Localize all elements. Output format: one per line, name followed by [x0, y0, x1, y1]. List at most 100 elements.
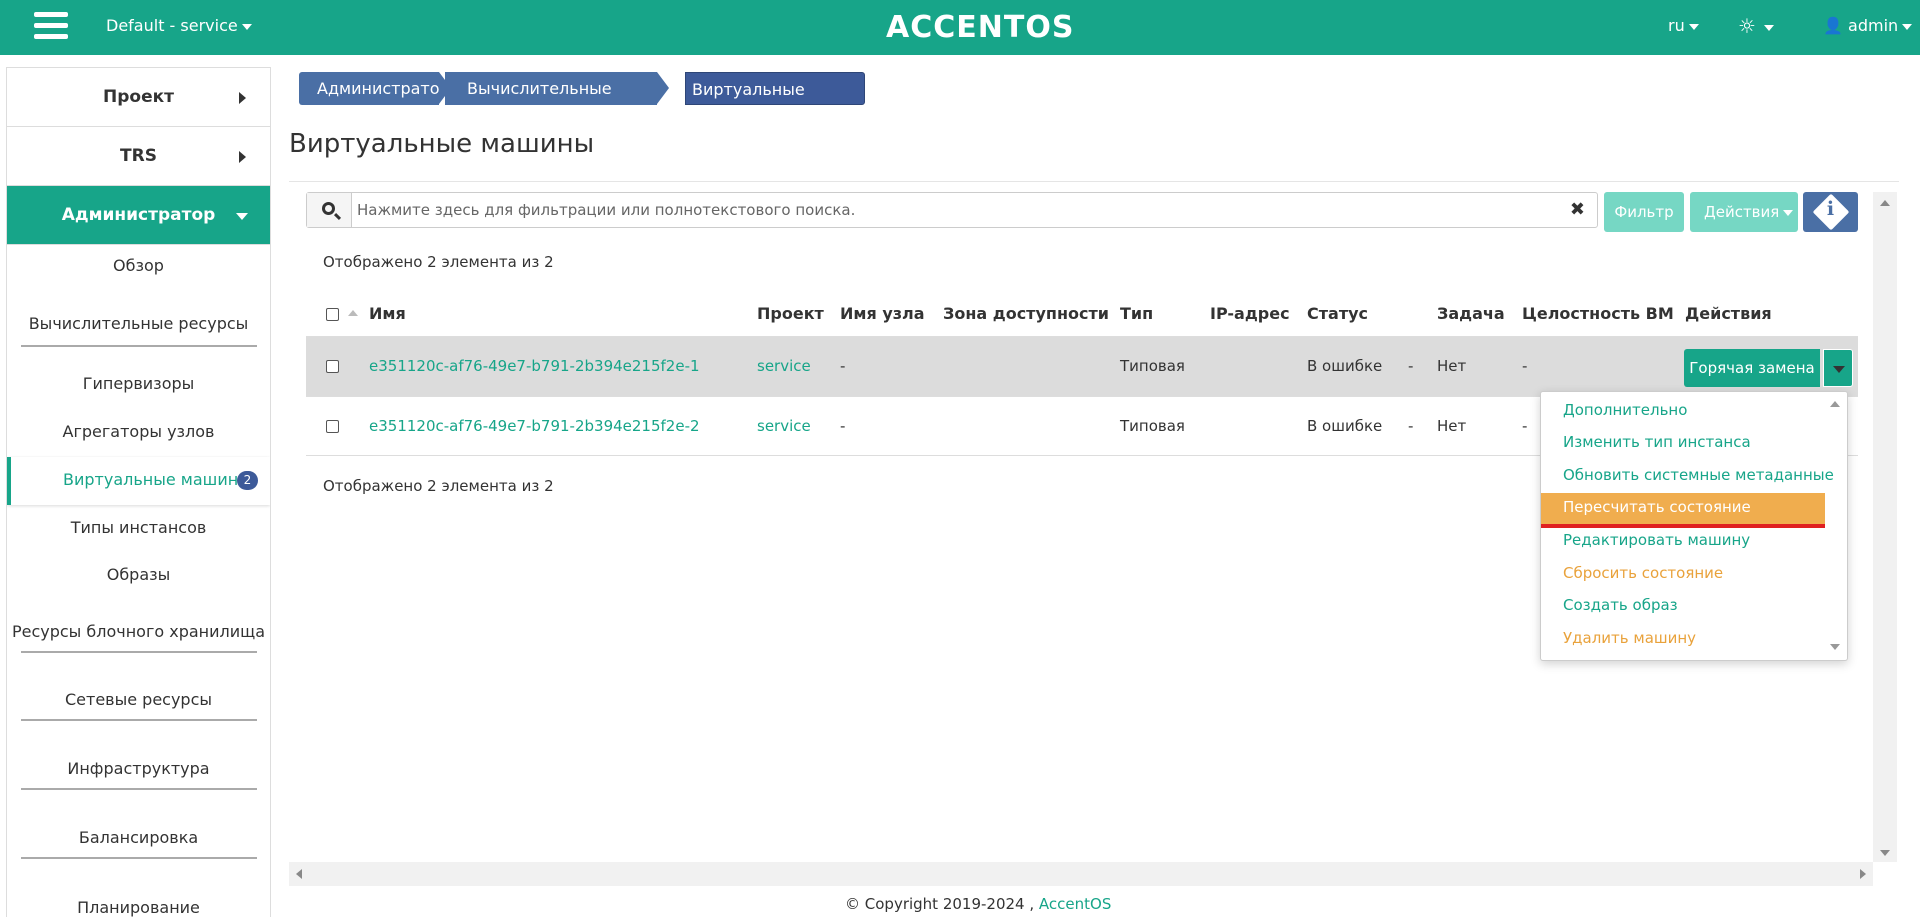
sidebar-divider: [21, 651, 257, 653]
sun-icon: ☼: [1738, 14, 1756, 38]
search-icon: [322, 202, 335, 215]
scroll-right-icon[interactable]: [1860, 869, 1866, 879]
vm-name-link[interactable]: e351120c-af76-49e7-b791-2b394e215f2e-2: [369, 417, 700, 435]
type-cell: Типовая: [1120, 357, 1185, 375]
scroll-up-icon[interactable]: [1880, 200, 1890, 206]
sidebar-item-compute[interactable]: Вычислительные ресурсы: [7, 314, 270, 333]
copyright-text: © Copyright 2019-2024 ,: [845, 895, 1035, 913]
actions-button[interactable]: Действия: [1690, 192, 1798, 232]
column-header-project[interactable]: Проект: [757, 304, 824, 323]
column-header-type[interactable]: Тип: [1120, 304, 1153, 323]
breadcrumb-vms: Виртуальные машины: [685, 72, 865, 132]
sidebar-item-hypervisors[interactable]: Гипервизоры: [7, 374, 270, 393]
sidebar-section-trs[interactable]: TRS: [7, 127, 270, 186]
sidebar-item-network[interactable]: Сетевые ресурсы: [7, 690, 270, 709]
breadcrumb-compute[interactable]: Вычислительные ресурсы: [445, 72, 657, 131]
task-cell: Нет: [1437, 357, 1467, 375]
hamburger-menu-icon[interactable]: [34, 12, 68, 42]
user-menu[interactable]: 👤 admin: [1823, 16, 1913, 35]
sidebar-item-label: Виртуальные машины: [63, 470, 251, 489]
sidebar-item-infrastructure[interactable]: Инфраструктура: [7, 759, 270, 778]
table-header: Имя Проект Имя узла Зона доступности Тип…: [306, 296, 1858, 336]
clear-icon[interactable]: ✖: [1570, 199, 1585, 220]
chevron-down-icon: [236, 213, 248, 220]
menu-item-delete-vm[interactable]: Удалить машину: [1541, 623, 1825, 654]
scroll-left-icon[interactable]: [296, 869, 302, 879]
chevron-down-icon: [241, 23, 252, 30]
search-input[interactable]: [357, 196, 1537, 224]
title-divider: [289, 181, 1899, 182]
row-actions-dropdown-toggle[interactable]: [1823, 349, 1853, 387]
host-cell: -: [840, 417, 846, 435]
sidebar-item-flavors[interactable]: Типы инстансов: [7, 518, 270, 537]
theme-switcher[interactable]: ☼: [1738, 14, 1774, 38]
menu-item-recalculate-state[interactable]: Пересчитать состояние: [1541, 493, 1825, 528]
language-switcher[interactable]: ru: [1668, 16, 1699, 35]
column-header-status[interactable]: Статус: [1307, 304, 1368, 323]
row-checkbox[interactable]: [326, 360, 339, 373]
info-glyph: i: [1826, 198, 1835, 220]
scroll-up-icon[interactable]: [1830, 401, 1840, 407]
status-cell: В ошибке: [1307, 357, 1383, 375]
user-icon: 👤: [1823, 16, 1843, 35]
footer: © Copyright 2019-2024 , AccentOS: [845, 895, 1111, 913]
chevron-down-icon: [1783, 209, 1794, 216]
page-title: Виртуальные машины: [289, 129, 595, 159]
breadcrumb-separator: [657, 72, 669, 104]
select-all-checkbox[interactable]: [326, 308, 339, 321]
menu-item-create-image[interactable]: Создать образ: [1541, 590, 1825, 621]
column-header-integrity[interactable]: Целостность ВМ: [1522, 304, 1674, 323]
menu-item-reset-state[interactable]: Сбросить состояние: [1541, 558, 1825, 589]
breadcrumb-admin[interactable]: Администратор: [299, 72, 450, 105]
vertical-scrollbar[interactable]: [1873, 192, 1897, 862]
footer-link[interactable]: AccentOS: [1039, 895, 1111, 913]
filter-button[interactable]: Фильтр: [1604, 192, 1684, 232]
chevron-right-icon: [239, 92, 246, 104]
hot-swap-button[interactable]: Горячая замена: [1684, 349, 1820, 387]
sidebar-item-planning[interactable]: Планирование: [7, 898, 270, 917]
menu-item-update-metadata[interactable]: Обновить системные метаданные: [1541, 460, 1834, 491]
chevron-down-icon: [1902, 23, 1913, 30]
sidebar-item-balancing[interactable]: Балансировка: [7, 828, 270, 847]
column-header-name[interactable]: Имя: [369, 304, 406, 323]
sidebar-divider: [21, 788, 257, 790]
column-header-actions: Действия: [1685, 304, 1772, 323]
column-header-host[interactable]: Имя узла: [840, 304, 925, 323]
menu-item-more[interactable]: Дополнительно: [1541, 395, 1825, 426]
sidebar-item-block-storage[interactable]: Ресурсы блочного хранилища: [7, 622, 270, 641]
status-extra-cell: -: [1408, 357, 1414, 375]
chevron-down-icon: [1688, 23, 1699, 30]
items-count-bottom: Отображено 2 элемента из 2: [323, 477, 554, 495]
task-cell: Нет: [1437, 417, 1467, 435]
sort-asc-icon[interactable]: [348, 310, 358, 316]
row-checkbox[interactable]: [326, 420, 339, 433]
menu-item-resize[interactable]: Изменить тип инстанса: [1541, 427, 1825, 458]
info-button[interactable]: i: [1803, 192, 1858, 232]
project-link[interactable]: service: [757, 417, 811, 435]
column-header-task[interactable]: Задача: [1437, 304, 1505, 323]
search-bar: ✖: [306, 192, 1598, 228]
menu-item-edit-vm[interactable]: Редактировать машину: [1541, 525, 1825, 556]
count-badge: 2: [237, 471, 258, 490]
sidebar-item-images[interactable]: Образы: [7, 565, 270, 584]
sidebar-section-admin[interactable]: Администратор: [7, 186, 270, 245]
sidebar-section-project[interactable]: Проект: [7, 68, 270, 127]
sidebar-item-vms[interactable]: Виртуальные машины 2: [7, 457, 270, 505]
project-switcher[interactable]: Default - service: [106, 16, 252, 35]
chevron-down-icon: [1763, 24, 1774, 31]
host-cell: -: [840, 357, 846, 375]
scroll-down-icon[interactable]: [1880, 850, 1890, 856]
sidebar-item-overview[interactable]: Обзор: [7, 256, 270, 275]
column-header-ip[interactable]: IP-адрес: [1210, 304, 1290, 323]
column-header-zone[interactable]: Зона доступности: [943, 304, 1109, 323]
type-cell: Типовая: [1120, 417, 1185, 435]
sidebar-item-aggregates[interactable]: Агрегаторы узлов: [7, 422, 270, 441]
integrity-cell: -: [1522, 417, 1528, 435]
vm-name-link[interactable]: e351120c-af76-49e7-b791-2b394e215f2e-1: [369, 357, 700, 375]
status-cell: В ошибке: [1307, 417, 1383, 435]
search-button[interactable]: [307, 193, 352, 227]
brand-logo[interactable]: ACCENTOS: [886, 10, 1074, 45]
scroll-down-icon[interactable]: [1830, 644, 1840, 650]
horizontal-scrollbar[interactable]: [289, 862, 1873, 886]
project-link[interactable]: service: [757, 357, 811, 375]
